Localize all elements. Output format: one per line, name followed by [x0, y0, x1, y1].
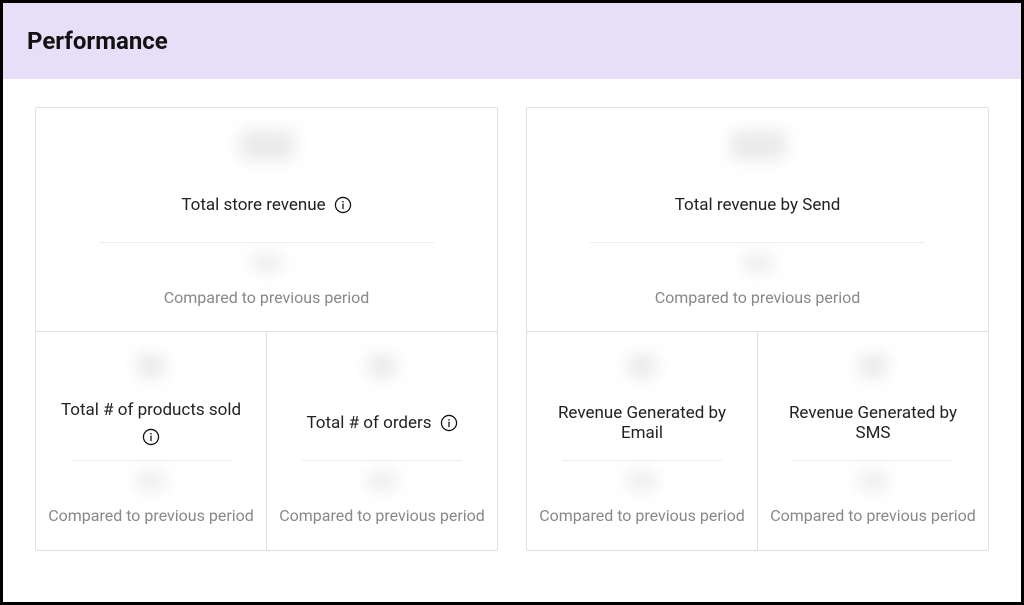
metric-value-blurred [628, 354, 656, 378]
divider [562, 460, 723, 461]
metric-label: Total # of products sold [48, 400, 254, 446]
metric-label-text: Total # of products sold [61, 400, 241, 420]
metric-value-blurred [859, 354, 887, 378]
compared-label: Compared to previous period [279, 505, 485, 527]
panel-left: Total store revenue Compared to previous… [35, 107, 498, 551]
compared-label: Compared to previous period [543, 287, 972, 309]
metric-value-blurred [730, 130, 786, 160]
app-frame: Performance Total store revenue Compared… [0, 0, 1024, 605]
info-icon[interactable] [440, 414, 458, 432]
metric-delta-blurred [743, 255, 773, 271]
compared-label: Compared to previous period [48, 505, 254, 527]
metric-total-revenue-by-send: Total revenue by Send Compared to previo… [527, 108, 988, 331]
metric-value-blurred [239, 130, 295, 160]
metric-label: Revenue Generated by SMS [770, 400, 976, 446]
panel-right-bottom: Revenue Generated by Email Compared to p… [527, 331, 988, 549]
metric-total-store-revenue: Total store revenue Compared to previous… [36, 108, 497, 331]
metric-value-blurred [137, 354, 165, 378]
panel-right: Total revenue by Send Compared to previo… [526, 107, 989, 551]
info-icon[interactable] [142, 428, 160, 446]
content-area: Total store revenue Compared to previous… [3, 79, 1021, 571]
divider [71, 460, 232, 461]
metric-label: Total # of orders [279, 400, 485, 446]
compared-label: Compared to previous period [539, 505, 745, 527]
metric-label-text: Revenue Generated by Email [539, 403, 745, 443]
panel-left-bottom: Total # of products sold Compared to pre… [36, 331, 497, 549]
divider [793, 460, 954, 461]
metric-label: Total store revenue [52, 182, 481, 228]
metric-delta-blurred [627, 473, 657, 489]
info-icon[interactable] [334, 196, 352, 214]
compared-label: Compared to previous period [770, 505, 976, 527]
metric-value-blurred [368, 354, 396, 378]
metric-revenue-email: Revenue Generated by Email Compared to p… [527, 332, 757, 549]
page-title: Performance [27, 27, 997, 55]
divider [590, 242, 925, 243]
divider [99, 242, 434, 243]
metric-label-text: Total revenue by Send [675, 195, 841, 215]
metric-label-text: Total store revenue [181, 195, 325, 215]
metric-label: Total revenue by Send [543, 182, 972, 228]
metric-delta-blurred [367, 473, 397, 489]
panel-header: Performance [3, 3, 1021, 79]
metric-label-text: Total # of orders [306, 413, 431, 433]
metric-label-text: Revenue Generated by SMS [770, 403, 976, 443]
metric-delta-blurred [858, 473, 888, 489]
metric-total-products-sold: Total # of products sold Compared to pre… [36, 332, 266, 549]
compared-label: Compared to previous period [52, 287, 481, 309]
metric-delta-blurred [252, 255, 282, 271]
metric-label: Revenue Generated by Email [539, 400, 745, 446]
metric-delta-blurred [136, 473, 166, 489]
metric-total-orders: Total # of orders Compared to previous p… [266, 332, 497, 549]
metric-revenue-sms: Revenue Generated by SMS Compared to pre… [757, 332, 988, 549]
divider [302, 460, 463, 461]
